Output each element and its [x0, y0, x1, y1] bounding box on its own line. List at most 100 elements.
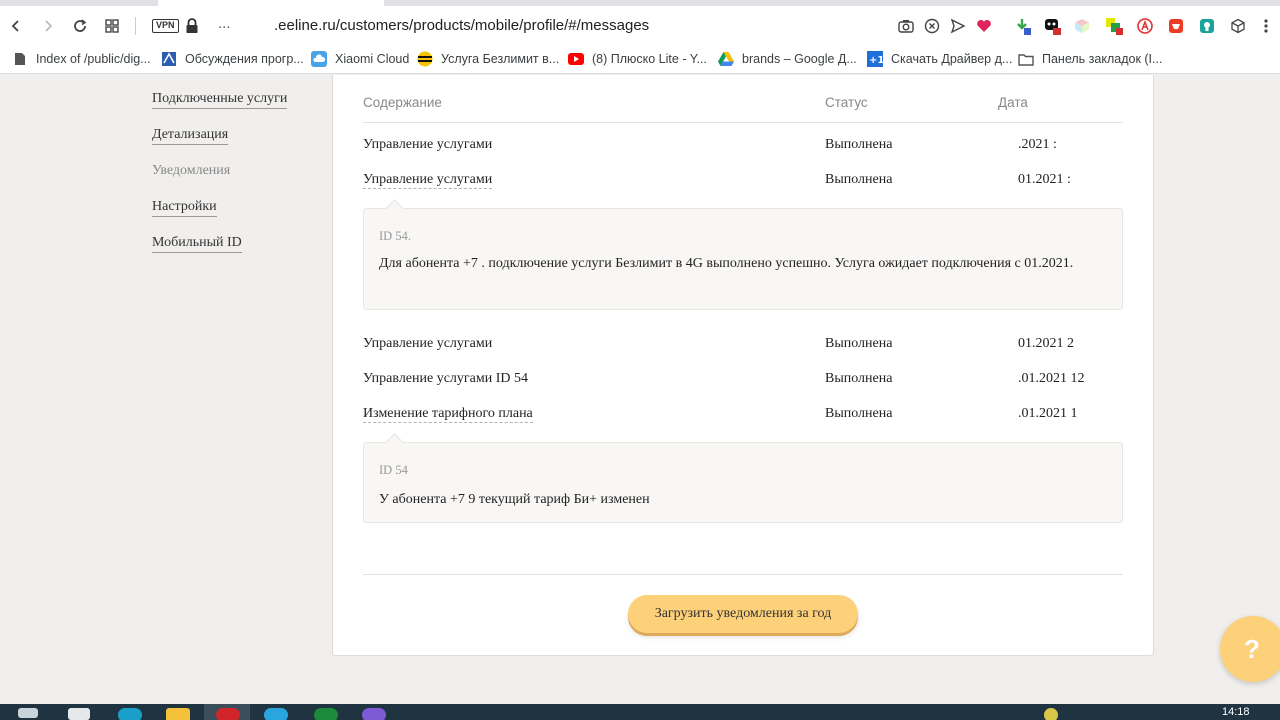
- row-date: .01.2021 12: [1018, 371, 1085, 386]
- notification-id: ID 54.: [379, 229, 411, 243]
- forum-icon: [161, 51, 177, 67]
- row-status: Выполнена: [825, 406, 893, 421]
- bookmark-item[interactable]: +1 Скачать Драйвер д...: [867, 51, 1012, 67]
- opera-icon[interactable]: [216, 708, 240, 720]
- forward-icon[interactable]: [34, 12, 62, 40]
- browser-toolbar: VPN ... .eeline.ru/customers/products/mo…: [0, 6, 1280, 46]
- menu-dots-icon[interactable]: [1256, 16, 1276, 36]
- row-content[interactable]: Изменение тарифного плана: [363, 406, 533, 423]
- row-date: .2021 :: [1018, 137, 1057, 152]
- notification-detail: ID 54 У абонента +7 9 текущий тариф Би+ …: [363, 442, 1123, 523]
- bookmarks-bar: Index of /public/dig... Обсуждения прогр…: [0, 46, 1280, 74]
- taskbar-clock[interactable]: 14:18: [1222, 706, 1250, 718]
- bookmark-label: (8) Плюско Lite - Y...: [592, 52, 707, 66]
- bot-extension-icon[interactable]: [1042, 16, 1062, 36]
- column-header-content: Содержание: [363, 95, 442, 110]
- notification-text: У абонента +7 9 текущий тариф Би+ измене…: [379, 492, 650, 507]
- send-icon[interactable]: [948, 16, 968, 36]
- telegram-icon[interactable]: [264, 708, 288, 720]
- row-status: Выполнена: [825, 336, 893, 351]
- bookmark-label: Xiaomi Cloud: [335, 52, 410, 66]
- file-explorer-icon[interactable]: [166, 708, 190, 720]
- viber-icon[interactable]: [362, 708, 386, 720]
- bookmark-label: brands – Google Д...: [742, 52, 857, 66]
- google-drive-icon: [718, 51, 734, 67]
- bookmark-item[interactable]: Xiaomi Cloud: [311, 51, 409, 67]
- table-row[interactable]: Управление услугами ID 54 Выполнена .01.…: [363, 367, 1123, 395]
- bookmark-label: Панель закладок (I...: [1042, 52, 1163, 66]
- reload-icon[interactable]: [66, 12, 94, 40]
- beeline-icon: [417, 51, 433, 67]
- cloud-icon: [311, 51, 327, 67]
- column-header-date: Дата: [998, 95, 1028, 110]
- tab-grid-icon[interactable]: [98, 12, 126, 40]
- teal-extension-icon[interactable]: [1197, 16, 1217, 36]
- row-date: 01.2021 2: [1018, 336, 1074, 351]
- notification-detail: ID 54. Для абонента +7 . подключение усл…: [363, 208, 1123, 310]
- table-row[interactable]: Изменение тарифного плана Выполнена .01.…: [363, 402, 1123, 430]
- svg-text:+1: +1: [869, 55, 883, 66]
- tray-icon[interactable]: [1044, 708, 1058, 720]
- row-content[interactable]: Управление услугами ID 54: [363, 371, 528, 387]
- bookmark-item[interactable]: (8) Плюско Lite - Y...: [568, 51, 707, 67]
- page-content: Подключенные услуги Детализация Уведомле…: [0, 75, 1280, 704]
- plus-one-icon: +1: [867, 51, 883, 67]
- color-extension-icon[interactable]: [1104, 16, 1124, 36]
- table-row[interactable]: Управление услугами Выполнена 01.2021 :: [363, 168, 1123, 196]
- table-row[interactable]: Управление услугами Выполнена 01.2021 2: [363, 332, 1123, 360]
- adblock-icon[interactable]: [922, 16, 942, 36]
- help-button[interactable]: ?: [1220, 616, 1280, 682]
- table-row[interactable]: Управление услугами Выполнена .2021 :: [363, 133, 1123, 161]
- download-extension-icon[interactable]: [1012, 16, 1032, 36]
- edge-icon[interactable]: [118, 708, 142, 720]
- lock-icon[interactable]: [185, 17, 199, 35]
- address-bar[interactable]: .eeline.ru/customers/products/mobile/pro…: [274, 17, 649, 34]
- heart-icon[interactable]: [974, 16, 994, 36]
- start-icon[interactable]: [18, 708, 38, 718]
- row-status: Выполнена: [825, 172, 893, 187]
- notifications-card: Содержание Статус Дата Управление услуга…: [332, 75, 1154, 656]
- row-content[interactable]: Управление услугами: [363, 137, 492, 153]
- notification-id: ID 54: [379, 463, 408, 477]
- toolbar-divider: [135, 17, 136, 35]
- row-content[interactable]: Управление услугами: [363, 336, 492, 352]
- bookmark-item[interactable]: Услуга Безлимит в...: [417, 51, 559, 67]
- youtube-icon: [568, 51, 584, 67]
- folder-icon: [1018, 51, 1034, 67]
- back-icon[interactable]: [2, 12, 30, 40]
- cube-extension-icon[interactable]: [1072, 16, 1092, 36]
- bookmark-label: Обсуждения прогр...: [185, 52, 304, 66]
- vpn-badge[interactable]: VPN: [152, 19, 179, 33]
- extensions-cube-icon[interactable]: [1228, 16, 1248, 36]
- taskview-icon[interactable]: [68, 708, 90, 720]
- notification-text: Для абонента +7 . подключение услуги Без…: [379, 256, 1074, 271]
- bookmark-label: Услуга Безлимит в...: [441, 52, 560, 66]
- sidebar-item-connected-services[interactable]: Подключенные услуги: [152, 91, 288, 109]
- red-extension-icon[interactable]: [1166, 16, 1186, 36]
- bookmark-label: Скачать Драйвер д...: [891, 52, 1013, 66]
- bookmark-label: Index of /public/dig...: [36, 52, 151, 66]
- load-year-notifications-button[interactable]: Загрузить уведомления за год: [628, 595, 858, 633]
- file-icon: [12, 51, 28, 67]
- camera-icon[interactable]: [896, 16, 916, 36]
- row-status: Выполнена: [825, 137, 893, 152]
- column-header-status: Статус: [825, 95, 868, 110]
- header-divider: [363, 122, 1123, 123]
- torrent-icon[interactable]: [314, 708, 338, 720]
- row-date: 01.2021 :: [1018, 172, 1071, 187]
- row-date: .01.2021 1: [1018, 406, 1078, 421]
- bookmark-item[interactable]: Index of /public/dig...: [12, 51, 151, 67]
- bottom-divider: [363, 574, 1123, 575]
- bookmark-item[interactable]: Обсуждения прогр...: [161, 51, 304, 67]
- url-hidden-part: ...: [218, 15, 231, 32]
- bookmark-item[interactable]: Панель закладок (I...: [1018, 51, 1162, 67]
- sidebar-item-mobile-id[interactable]: Мобильный ID: [152, 235, 242, 253]
- a-extension-icon[interactable]: [1135, 16, 1155, 36]
- sidebar-item-details[interactable]: Детализация: [152, 127, 229, 145]
- bookmark-item[interactable]: brands – Google Д...: [718, 51, 857, 67]
- sidebar-item-settings[interactable]: Настройки: [152, 199, 217, 217]
- sidebar-item-notifications: Уведомления: [152, 163, 231, 178]
- row-status: Выполнена: [825, 371, 893, 386]
- row-content[interactable]: Управление услугами: [363, 172, 493, 189]
- windows-taskbar: 14:18: [0, 704, 1280, 720]
